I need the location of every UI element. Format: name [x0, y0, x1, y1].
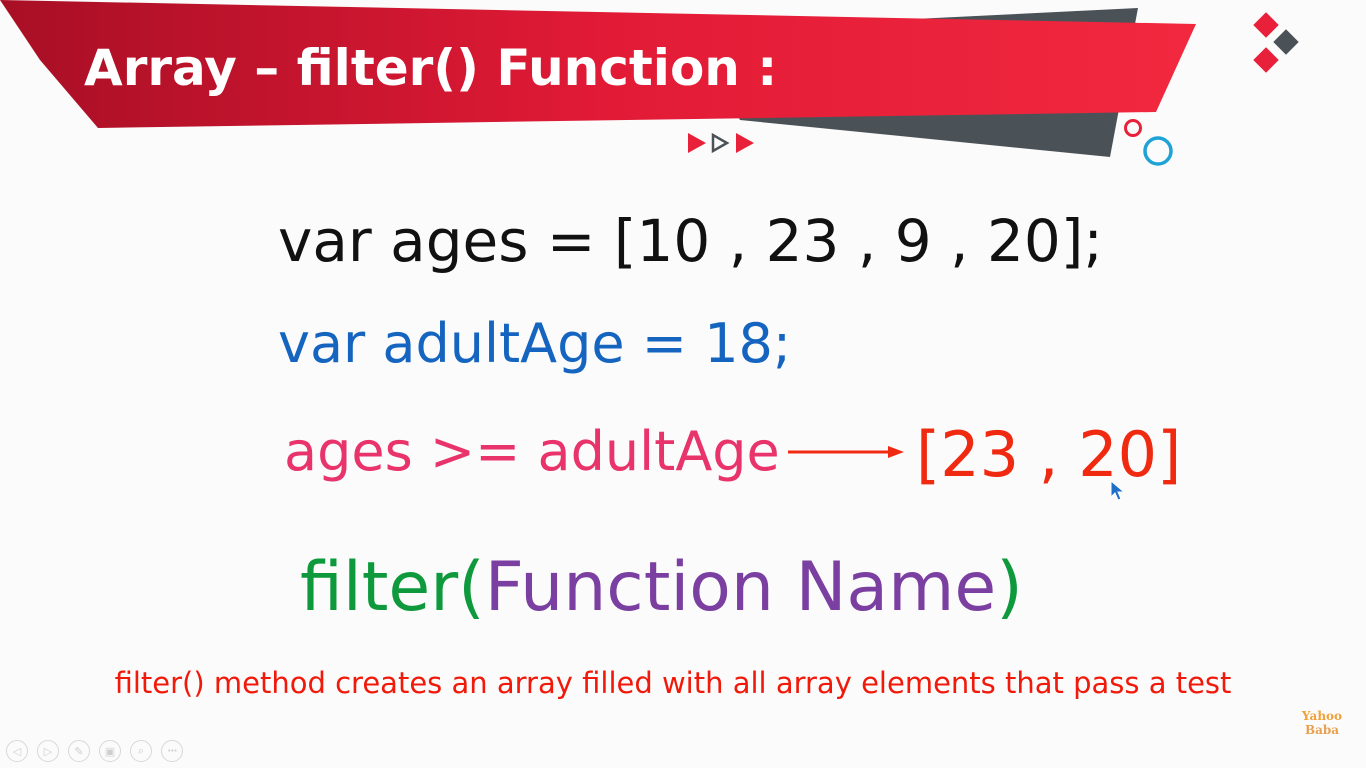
previous-slide-icon: ◁ — [12, 744, 22, 758]
slide-decoration — [0, 0, 1299, 458]
more-options-button[interactable]: ••• — [161, 740, 183, 762]
mouse-cursor-icon — [1110, 480, 1126, 501]
arrow-icon — [788, 446, 904, 458]
filter-syntax: filter(Function Name) — [300, 548, 1023, 627]
diamond-icon — [1253, 12, 1279, 38]
circle-icon — [1124, 119, 1142, 137]
pen-tool-button[interactable]: ✎ — [68, 740, 90, 762]
ages-array-declaration: var ages = [10 , 23 , 9 , 20]; — [278, 207, 1103, 275]
filter-condition: ages >= adultAge — [284, 420, 780, 483]
triangle-icon — [688, 133, 706, 153]
circle-icon — [1143, 136, 1173, 166]
see-all-slides-button[interactable]: ▣ — [99, 740, 121, 762]
next-slide-icon: ▷ — [43, 744, 53, 758]
logo-line-1: Yahoo — [1301, 709, 1343, 723]
previous-slide-button[interactable]: ◁ — [6, 740, 28, 762]
zoom-button[interactable]: ⌕ — [130, 740, 152, 762]
slides-grid-icon: ▣ — [104, 744, 116, 758]
zoom-icon: ⌕ — [137, 744, 145, 757]
next-slide-button[interactable]: ▷ — [37, 740, 59, 762]
diamond-icon — [1273, 29, 1299, 55]
triangle-outline-icon — [711, 132, 730, 154]
logo-line-2: Baba — [1304, 723, 1340, 737]
more-options-icon: ••• — [167, 747, 177, 755]
yahoo-baba-logo: Yahoo Baba — [1300, 709, 1344, 737]
filter-close-paren: ) — [996, 548, 1023, 627]
slide-title: Array – filter() Function : — [84, 39, 778, 97]
triangle-icon — [736, 133, 754, 153]
filter-keyword: filter( — [300, 548, 485, 627]
presentation-slide: Array – filter() Function : var ages = [… — [0, 0, 1366, 768]
slide-caption: filter() method creates an array filled … — [114, 666, 1232, 700]
diamond-icon — [1253, 47, 1279, 73]
filter-parameter: Function Name — [484, 548, 997, 627]
adult-age-declaration: var adultAge = 18; — [278, 312, 792, 375]
filter-result: [23 , 20] — [916, 418, 1182, 491]
slideshow-controls: ◁ ▷ ✎ ▣ ⌕ ••• — [6, 740, 183, 762]
pen-icon: ✎ — [74, 744, 84, 758]
